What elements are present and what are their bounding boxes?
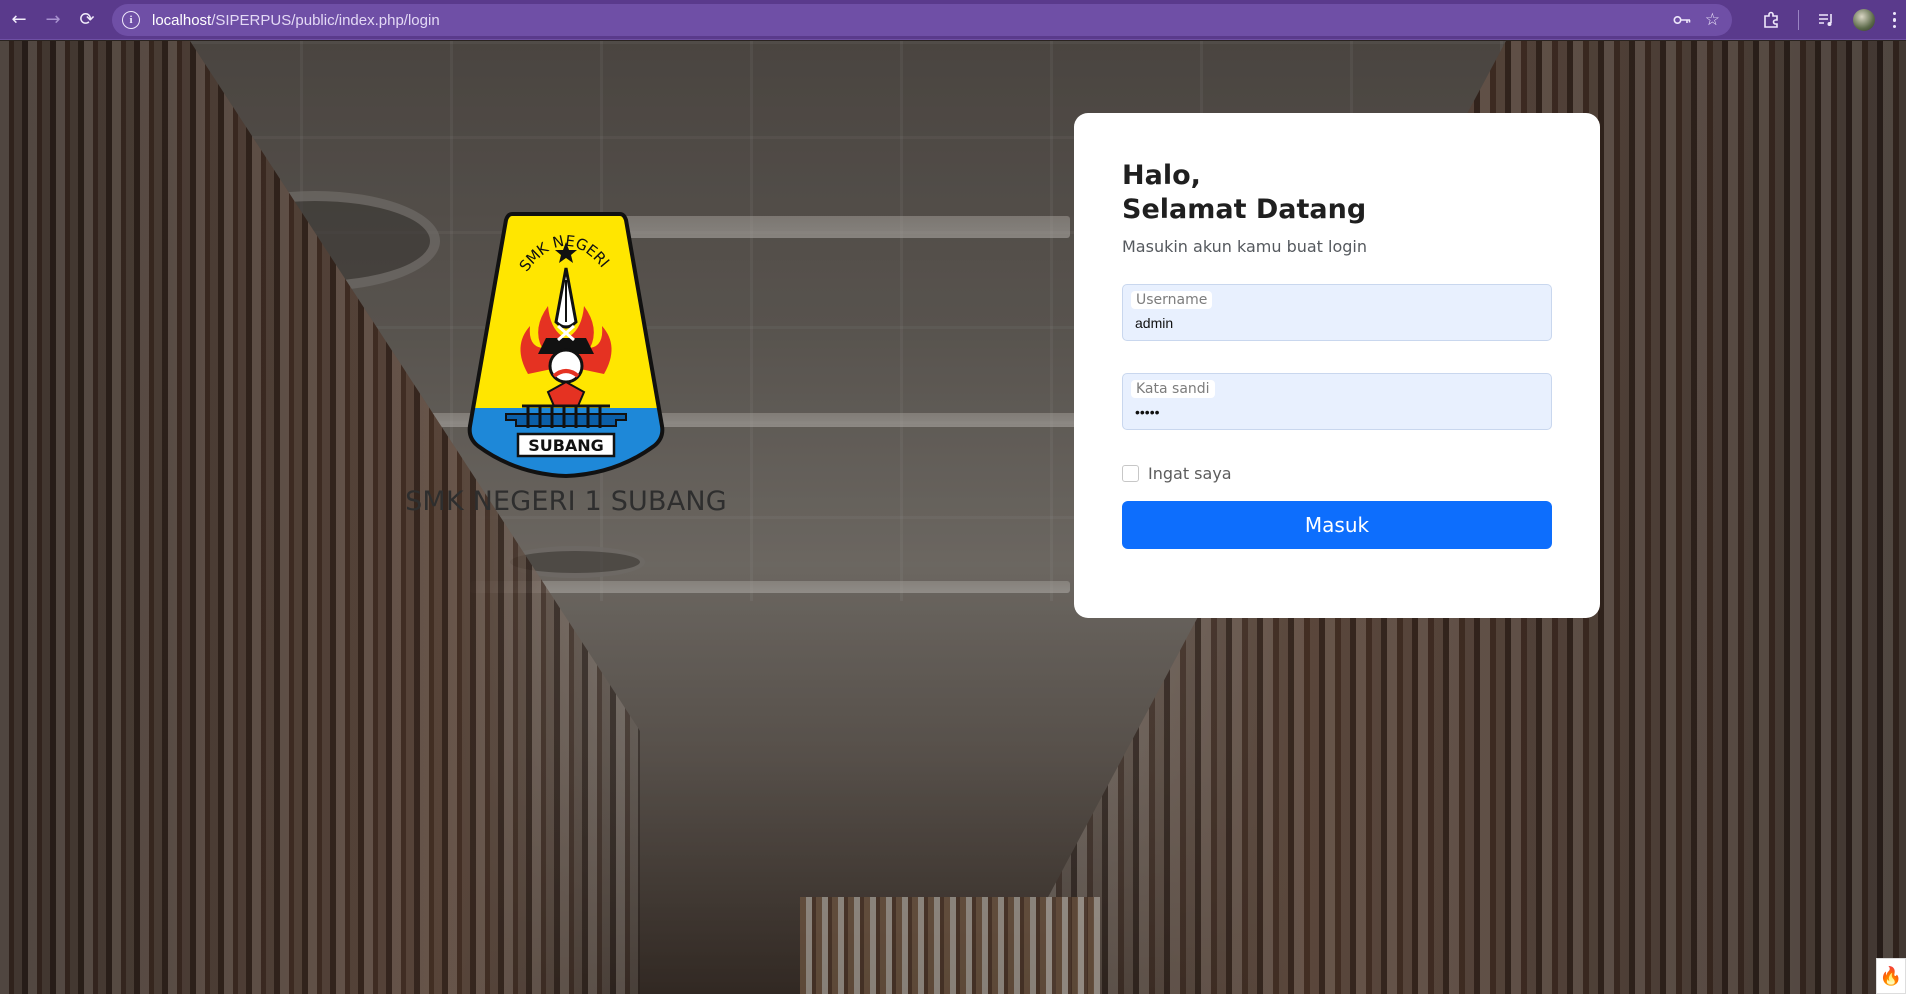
- reload-icon[interactable]: ⟳: [72, 5, 102, 35]
- remember-me-checkbox[interactable]: [1122, 465, 1139, 482]
- address-url[interactable]: localhost/SIPERPUS/public/index.php/logi…: [152, 12, 440, 29]
- media-controls-icon[interactable]: [1817, 12, 1835, 28]
- star-icon[interactable]: ☆: [1705, 10, 1720, 30]
- back-arrow-icon[interactable]: ←: [4, 5, 34, 35]
- puzzle-icon[interactable]: [1762, 11, 1780, 29]
- username-input[interactable]: [1135, 315, 1535, 331]
- username-label: Username: [1131, 291, 1213, 309]
- school-emblem-logo: SMK NEGERI 1 SUBANG: [466, 206, 665, 479]
- login-card: Halo, Selamat Datang Masukin akun kamu b…: [1074, 113, 1600, 618]
- remember-me-row[interactable]: Ingat saya: [1122, 464, 1552, 483]
- login-submit-button[interactable]: Masuk: [1122, 501, 1552, 549]
- background-overlay: [0, 41, 1906, 994]
- flame-extension-icon[interactable]: 🔥: [1876, 958, 1906, 994]
- school-name: SMK NEGERI 1 SUBANG: [405, 486, 727, 517]
- greeting-line-1: Halo,: [1122, 160, 1201, 191]
- kebab-menu-icon[interactable]: [1892, 11, 1896, 29]
- login-page: SMK NEGERI 1 SUBANG SMK NEGERI 1 SUBANG: [0, 41, 1906, 994]
- password-input[interactable]: [1135, 404, 1535, 420]
- browser-toolbar: ← → ⟳ i localhost/SIPERPUS/public/index.…: [0, 0, 1906, 40]
- greeting-line-2: Selamat Datang: [1122, 194, 1367, 225]
- remember-me-label[interactable]: Ingat saya: [1148, 464, 1232, 483]
- address-bar[interactable]: i localhost/SIPERPUS/public/index.php/lo…: [112, 4, 1732, 36]
- school-branding: SMK NEGERI 1 SUBANG SMK NEGERI 1 SUBANG: [396, 206, 736, 517]
- login-subtitle: Masukin akun kamu buat login: [1122, 237, 1368, 256]
- url-host: localhost: [152, 11, 212, 29]
- url-path: /SIPERPUS/public/index.php/login: [211, 11, 440, 29]
- password-field[interactable]: Kata sandi: [1122, 373, 1552, 430]
- username-field[interactable]: Username: [1122, 284, 1552, 341]
- emblem-banner-text: SUBANG: [528, 436, 604, 455]
- forward-arrow-icon[interactable]: →: [38, 5, 68, 35]
- profile-avatar[interactable]: [1852, 9, 1875, 31]
- greeting-heading: Halo, Selamat Datang: [1122, 159, 1552, 227]
- toolbar-divider: [1797, 10, 1799, 30]
- site-info-icon[interactable]: i: [122, 11, 140, 29]
- key-icon[interactable]: [1673, 14, 1691, 26]
- password-label: Kata sandi: [1131, 380, 1215, 398]
